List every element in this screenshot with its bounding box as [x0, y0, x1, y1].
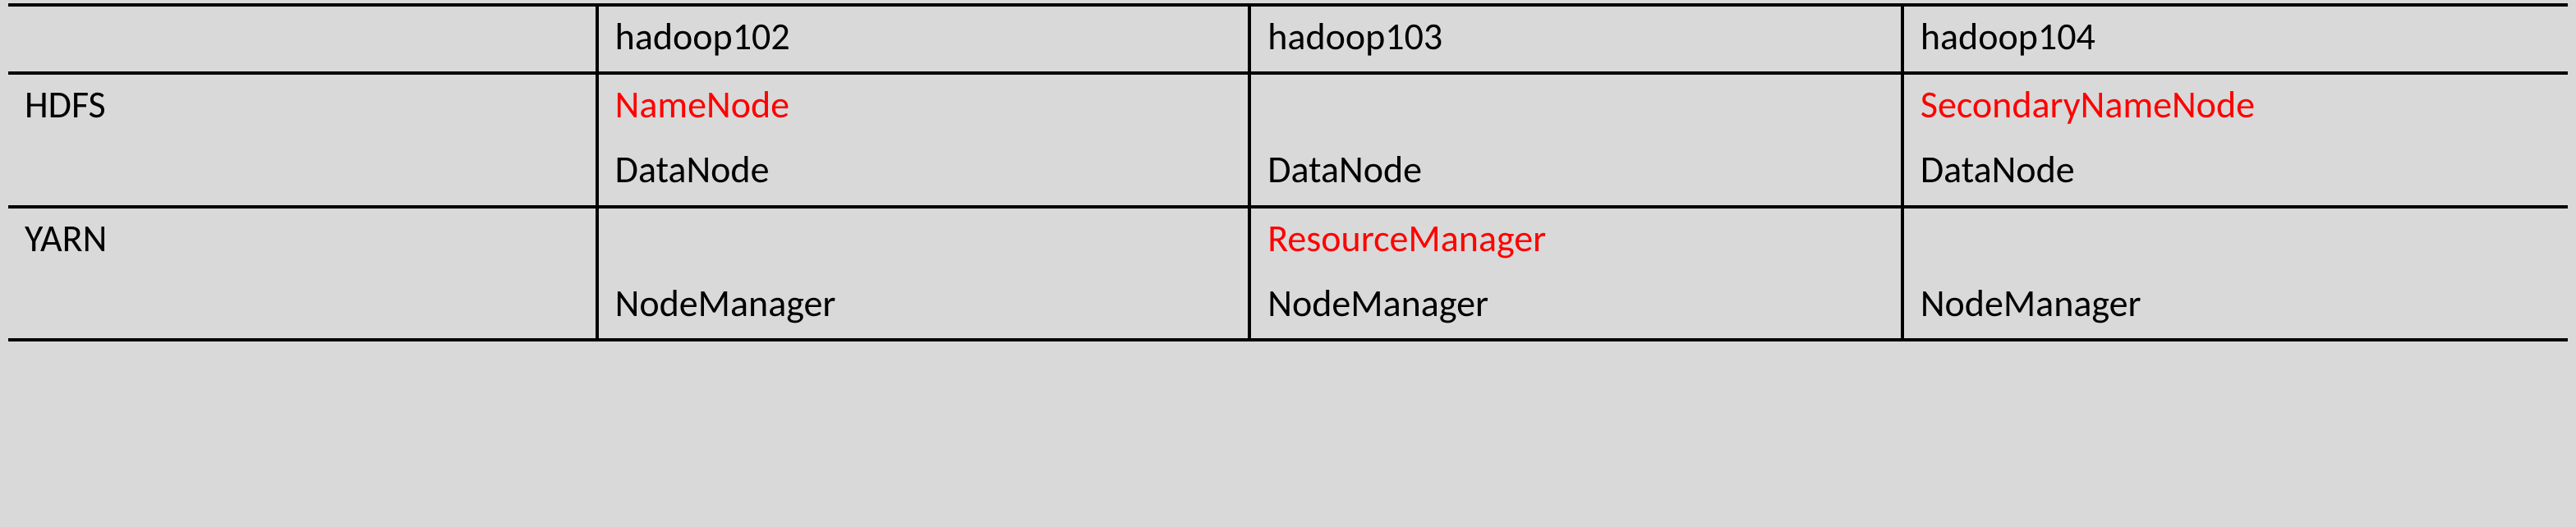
cluster-layout-table: hadoop102 hadoop103 hadoop104 HDFS NameN… [8, 3, 2568, 341]
yarn-h102-primary [597, 207, 1250, 273]
hdfs-h102-primary: NameNode [597, 73, 1250, 140]
yarn-label: YARN [8, 207, 597, 273]
hdfs-h104-secondary: DataNode [1902, 140, 2568, 206]
hdfs-h103-primary [1249, 73, 1902, 140]
header-blank [8, 5, 597, 73]
header-hadoop102: hadoop102 [597, 5, 1250, 73]
yarn-row-primary: YARN ResourceManager [8, 207, 2568, 273]
hdfs-label-blank [8, 140, 597, 206]
yarn-row-secondary: NodeManager NodeManager NodeManager [8, 273, 2568, 340]
hdfs-h103-secondary: DataNode [1249, 140, 1902, 206]
yarn-label-blank [8, 273, 597, 340]
yarn-h104-secondary: NodeManager [1902, 273, 2568, 340]
yarn-h103-primary: ResourceManager [1249, 207, 1902, 273]
header-hadoop103: hadoop103 [1249, 5, 1902, 73]
hdfs-row-primary: HDFS NameNode SecondaryNameNode [8, 73, 2568, 140]
yarn-h102-secondary: NodeManager [597, 273, 1250, 340]
yarn-h103-secondary: NodeManager [1249, 273, 1902, 340]
hdfs-h104-primary: SecondaryNameNode [1902, 73, 2568, 140]
hdfs-row-secondary: DataNode DataNode DataNode [8, 140, 2568, 206]
header-hadoop104: hadoop104 [1902, 5, 2568, 73]
hdfs-label: HDFS [8, 73, 597, 140]
yarn-h104-primary [1902, 207, 2568, 273]
hdfs-h102-secondary: DataNode [597, 140, 1250, 206]
table-header-row: hadoop102 hadoop103 hadoop104 [8, 5, 2568, 73]
